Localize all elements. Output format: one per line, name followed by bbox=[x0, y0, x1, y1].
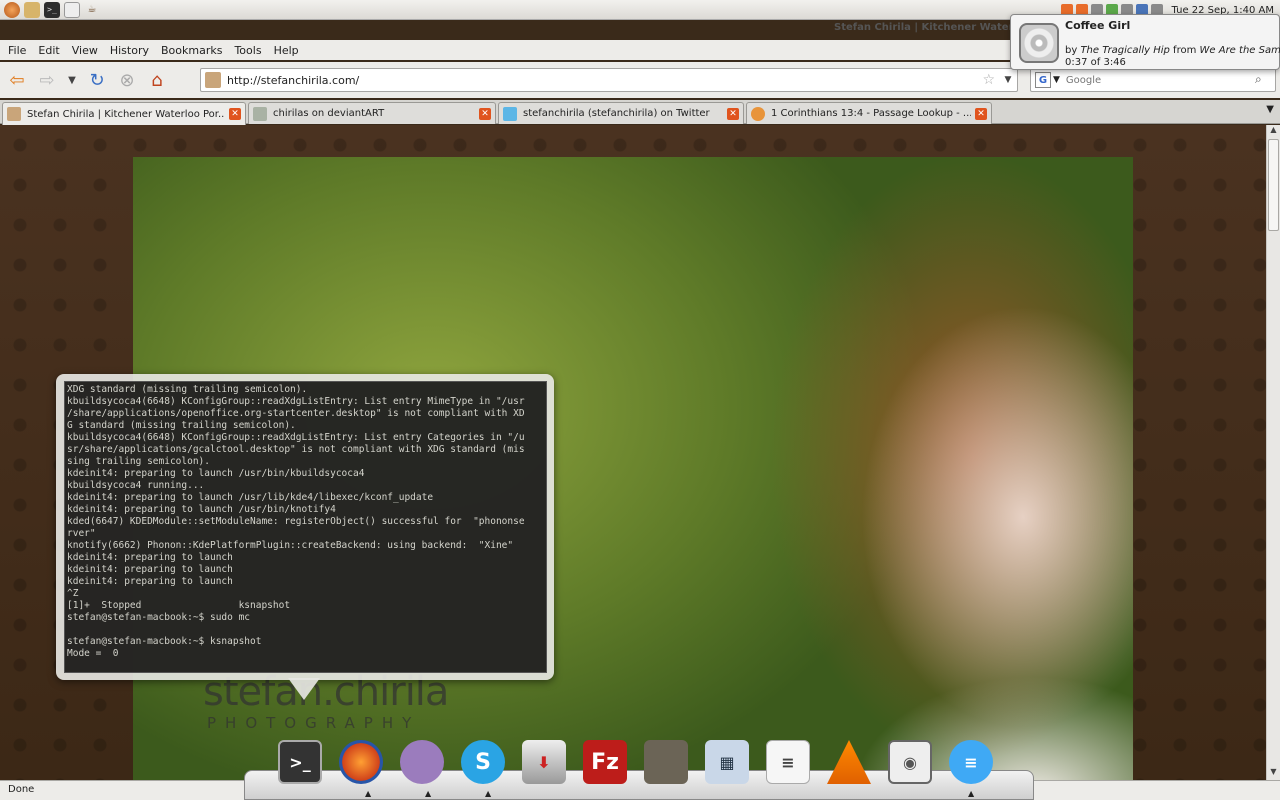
menu-file[interactable]: File bbox=[8, 44, 26, 57]
by-label: by bbox=[1065, 45, 1078, 56]
terminal-icon[interactable]: >_ bbox=[44, 1, 60, 18]
filezilla-icon[interactable]: Fz bbox=[583, 740, 627, 784]
status-text: Done bbox=[8, 784, 35, 795]
running-indicator: ▲ bbox=[425, 789, 432, 798]
song-title: Coffee Girl bbox=[1065, 19, 1131, 32]
tab-deviantart[interactable]: chirilas on deviantART ✕ bbox=[248, 102, 496, 124]
forward-button[interactable]: ⇨ bbox=[34, 67, 60, 93]
engine-dropdown-icon[interactable]: ▼ bbox=[1053, 75, 1060, 85]
search-bar[interactable]: G ▼ ⌕ bbox=[1030, 68, 1276, 92]
tab-stefanchirila[interactable]: Stefan Chirila | Kitchener Waterloo Por.… bbox=[2, 102, 246, 125]
tab-label: chirilas on deviantART bbox=[273, 108, 385, 119]
tab-favicon bbox=[253, 106, 267, 121]
menu-view[interactable]: View bbox=[72, 44, 98, 57]
terminal-icon[interactable]: >_ bbox=[278, 740, 322, 784]
song-progress: 0:37 of 3:46 bbox=[1065, 57, 1126, 68]
history-dropdown-icon[interactable]: ▼ bbox=[64, 67, 80, 93]
firefox-icon[interactable] bbox=[339, 740, 383, 784]
menu-history[interactable]: History bbox=[110, 44, 149, 57]
coffee-icon[interactable]: ☕ bbox=[84, 2, 100, 18]
search-icon[interactable]: ⌕ bbox=[1255, 72, 1271, 88]
close-tab-icon[interactable]: ✕ bbox=[229, 108, 241, 120]
reload-button[interactable]: ↻ bbox=[84, 67, 110, 93]
vertical-scrollbar[interactable]: ▲ ▼ bbox=[1266, 125, 1280, 780]
tab-bar: Stefan Chirila | Kitchener Waterloo Por.… bbox=[0, 100, 1280, 125]
menu-tools[interactable]: Tools bbox=[234, 44, 261, 57]
bookmark-star-icon[interactable]: ☆ bbox=[982, 72, 995, 88]
search-input[interactable] bbox=[1065, 74, 1255, 86]
dock-icons: >_ S ⬇ Fz ▦ ≡ ◉ ≡ bbox=[278, 740, 998, 790]
text-editor-icon[interactable] bbox=[64, 1, 80, 18]
menu-bookmarks[interactable]: Bookmarks bbox=[161, 44, 222, 57]
tab-label: 1 Corinthians 13:4 - Passage Lookup - ..… bbox=[771, 108, 971, 119]
artist-name: The Tragically Hip bbox=[1080, 45, 1170, 56]
logo-subtitle: PHOTOGRAPHY bbox=[207, 714, 421, 732]
menu-help[interactable]: Help bbox=[274, 44, 299, 57]
list-tabs-icon[interactable]: ▼ bbox=[1266, 104, 1274, 115]
document-icon[interactable]: ≡ bbox=[766, 740, 810, 784]
window-title: Stefan Chirila | Kitchener Waterloo bbox=[834, 22, 1031, 33]
close-tab-icon[interactable]: ✕ bbox=[479, 107, 491, 120]
chat-icon[interactable]: ≡ bbox=[949, 740, 993, 784]
url-dropdown-icon[interactable]: ▼ bbox=[999, 75, 1017, 85]
tab-favicon bbox=[7, 107, 21, 121]
tab-label: stefanchirila (stefanchirila) on Twitter bbox=[523, 108, 710, 119]
installer-icon[interactable]: ⬇ bbox=[522, 740, 566, 784]
now-playing-notification[interactable]: Coffee Girl by The Tragically Hip from W… bbox=[1010, 14, 1280, 70]
song-artist-line: by The Tragically Hip from We Are the Sa… bbox=[1065, 45, 1280, 56]
close-tab-icon[interactable]: ✕ bbox=[727, 107, 739, 120]
google-engine-icon[interactable]: G bbox=[1035, 72, 1051, 88]
scroll-thumb[interactable] bbox=[1268, 139, 1279, 231]
site-logo[interactable]: stefan.chirila PHOTOGRAPHY bbox=[203, 672, 449, 732]
scroll-down-icon[interactable]: ▼ bbox=[1267, 767, 1280, 780]
audio-disc-icon bbox=[1019, 23, 1059, 63]
image-viewer-icon[interactable]: ▦ bbox=[705, 740, 749, 784]
tab-favicon bbox=[503, 106, 517, 121]
ubuntu-icon[interactable] bbox=[4, 1, 20, 18]
tab-label: Stefan Chirila | Kitchener Waterloo Por.… bbox=[27, 108, 225, 120]
running-indicator: ▲ bbox=[365, 789, 372, 798]
site-favicon bbox=[205, 72, 221, 88]
home-button[interactable]: ⌂ bbox=[144, 67, 170, 93]
url-bar[interactable]: http://stefanchirila.com/ ☆ ▼ bbox=[200, 68, 1018, 92]
album-name: We Are the Same bbox=[1199, 45, 1280, 56]
close-tab-icon[interactable]: ✕ bbox=[975, 107, 987, 120]
url-text[interactable]: http://stefanchirila.com/ bbox=[227, 74, 982, 87]
audio-player-icon[interactable]: ◉ bbox=[888, 740, 932, 784]
tab-biblegateway[interactable]: 1 Corinthians 13:4 - Passage Lookup - ..… bbox=[746, 102, 992, 124]
menu-edit[interactable]: Edit bbox=[38, 44, 59, 57]
back-button[interactable]: ⇦ bbox=[4, 67, 30, 93]
folder-icon[interactable] bbox=[24, 1, 40, 18]
skype-icon[interactable]: S bbox=[461, 740, 505, 784]
running-indicator: ▲ bbox=[485, 789, 492, 798]
from-label: from bbox=[1173, 45, 1197, 56]
scroll-up-icon[interactable]: ▲ bbox=[1267, 125, 1280, 138]
tab-twitter[interactable]: stefanchirila (stefanchirila) on Twitter… bbox=[498, 102, 744, 124]
terminal-output[interactable]: XDG standard (missing trailing semicolon… bbox=[64, 381, 547, 673]
terminal-text: XDG standard (missing trailing semicolon… bbox=[67, 384, 525, 659]
tab-favicon bbox=[751, 106, 765, 121]
pidgin-icon[interactable] bbox=[400, 740, 444, 784]
running-indicator: ▲ bbox=[968, 789, 975, 798]
vlc-icon[interactable] bbox=[827, 740, 871, 784]
stop-button[interactable]: ⊗ bbox=[114, 67, 140, 93]
terminal-window[interactable]: XDG standard (missing trailing semicolon… bbox=[56, 374, 554, 700]
gimp-icon[interactable] bbox=[644, 740, 688, 784]
